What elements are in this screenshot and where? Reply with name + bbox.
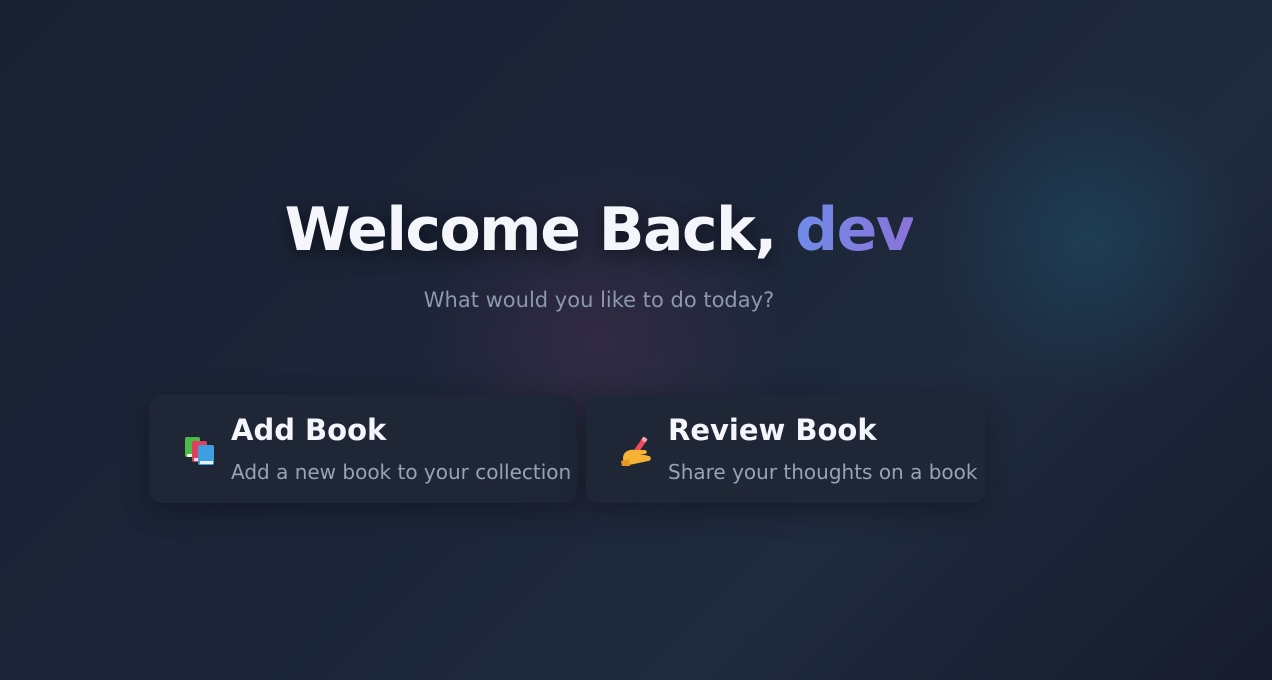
page-subtitle: What would you like to do today?: [423, 288, 775, 312]
review-book-description: Share your thoughts on a book: [668, 460, 978, 484]
username: dev: [795, 195, 915, 265]
add-book-description: Add a new book to your collection: [231, 460, 572, 484]
add-book-title: Add Book: [231, 413, 387, 447]
add-book-card[interactable]: Add Book Add a new book to your collecti…: [149, 395, 577, 503]
greeting-text: Welcome Back,: [284, 195, 778, 265]
welcome-section: Welcome Back, dev What would you like to…: [0, 190, 1198, 315]
review-book-title: Review Book: [668, 413, 877, 447]
writing-hand-icon: [620, 435, 654, 467]
review-book-card[interactable]: Review Book Share your thoughts on a boo…: [586, 395, 985, 503]
page-title: Welcome Back, dev: [0, 190, 1198, 270]
books-icon: [183, 435, 217, 467]
